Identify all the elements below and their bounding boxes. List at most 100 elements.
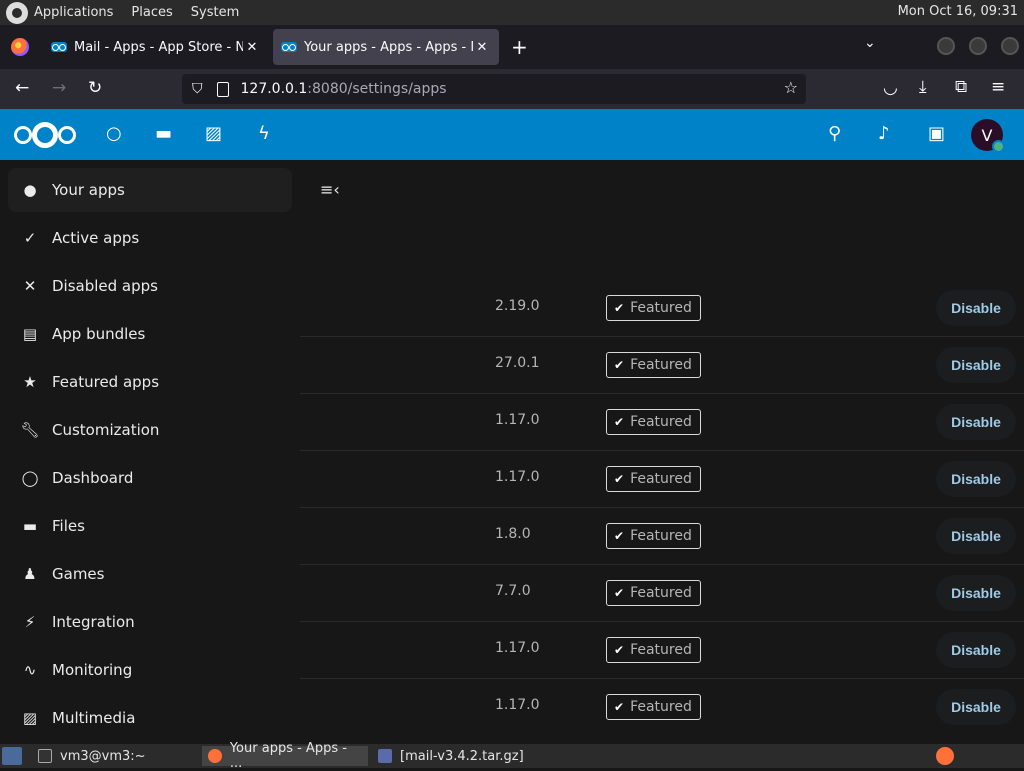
places-menu[interactable]: Places: [131, 5, 172, 20]
disable-button[interactable]: Disable: [936, 404, 1016, 440]
star-icon: ★: [23, 373, 37, 391]
table-row[interactable]: 1.17.0 ✔ Featured Disable: [300, 622, 1024, 679]
sidebar-item-multimedia[interactable]: ▨ Multimedia: [8, 696, 292, 740]
app-version: 1.17.0: [495, 697, 540, 713]
sidebar-item-app-bundles[interactable]: ▤ App bundles: [8, 312, 292, 356]
contacts-icon[interactable]: ▣: [928, 123, 945, 144]
close-icon[interactable]: ✕: [473, 40, 491, 55]
maximize-button[interactable]: [969, 37, 987, 55]
taskbar-item-archive[interactable]: [mail-v3.4.2.tar.gz]: [372, 746, 540, 766]
dashboard-icon[interactable]: ○: [106, 123, 122, 144]
firefox-icon[interactable]: [11, 38, 29, 56]
check-icon: ✓: [23, 229, 37, 247]
disable-button[interactable]: Disable: [936, 575, 1016, 611]
reload-icon[interactable]: ↻: [88, 78, 102, 98]
url-host: 127.0.0.1: [240, 81, 308, 97]
table-row[interactable]: 1.17.0 ✔ Featured Disable: [300, 679, 1024, 736]
sidebar-item-label: App bundles: [52, 325, 146, 343]
disable-button[interactable]: Disable: [936, 689, 1016, 725]
menu-icon[interactable]: ≡: [991, 77, 1005, 97]
plug-icon: ⚡︎: [24, 613, 36, 631]
sidebar-item-label: Your apps: [52, 181, 125, 199]
table-row[interactable]: 1.17.0 ✔ Featured Disable: [300, 451, 1024, 508]
forward-arrow-icon[interactable]: →: [52, 78, 66, 98]
show-desktop-icon[interactable]: [0, 746, 24, 766]
sidebar-item-label: Customization: [52, 421, 160, 439]
app-version: 2.19.0: [495, 298, 540, 314]
sidebar-item-customization[interactable]: 🔧︎ Customization: [8, 408, 292, 452]
sidebar-item-monitoring[interactable]: ∿ Monitoring: [8, 648, 292, 692]
disable-button[interactable]: Disable: [936, 461, 1016, 497]
minimize-button[interactable]: [937, 37, 955, 55]
activity-icon[interactable]: ϟ: [258, 123, 270, 144]
disable-button[interactable]: Disable: [936, 518, 1016, 554]
sidebar-item-label: Files: [52, 517, 85, 535]
sidebar-item-your-apps[interactable]: ● Your apps: [8, 168, 292, 212]
tab-mail[interactable]: Mail - Apps - App Store - Ne ✕: [43, 29, 269, 65]
sidebar-item-games[interactable]: ♟ Games: [8, 552, 292, 596]
taskbar-item-terminal[interactable]: vm3@vm3:~: [32, 746, 196, 766]
table-row[interactable]: 27.0.1 ✔ Featured Disable: [300, 337, 1024, 394]
sidebar-item-dashboard[interactable]: ◯ Dashboard: [8, 456, 292, 500]
user-icon: ●: [23, 181, 37, 199]
taskbar-item-label: vm3@vm3:~: [60, 748, 146, 764]
gnome-logo-icon[interactable]: [6, 1, 28, 24]
app-version: 1.17.0: [495, 469, 540, 485]
panel-clock[interactable]: Mon Oct 16, 09:31: [898, 4, 1018, 19]
app-version: 7.7.0: [495, 583, 531, 599]
sidebar-item-integration[interactable]: ⚡︎ Integration: [8, 600, 292, 644]
pocket-icon[interactable]: ◡: [883, 78, 898, 98]
sidebar-item-label: Dashboard: [52, 469, 134, 487]
check-icon: ✔: [614, 643, 625, 657]
check-icon: ✔: [614, 301, 625, 315]
featured-badge: ✔ Featured: [606, 295, 701, 321]
terminal-icon: [38, 749, 52, 763]
download-icon[interactable]: ⤓: [919, 77, 927, 97]
sidebar-item-label: Featured apps: [52, 373, 160, 391]
close-icon[interactable]: ✕: [243, 40, 261, 55]
firefox-tray-icon[interactable]: [934, 746, 956, 766]
tab-your-apps[interactable]: Your apps - Apps - Apps - N ✕: [273, 29, 499, 65]
table-row[interactable]: 7.7.0 ✔ Featured Disable: [300, 565, 1024, 622]
table-row[interactable]: 1.8.0 ✔ Featured Disable: [300, 508, 1024, 565]
sidebar-item-active-apps[interactable]: ✓ Active apps: [8, 216, 292, 260]
sidebar-item-label: Monitoring: [52, 661, 133, 679]
bell-icon[interactable]: ♪: [878, 123, 890, 144]
page-icon: [216, 81, 229, 97]
table-row[interactable]: 2.19.0 ✔ Featured Disable: [300, 280, 1024, 337]
sidebar-item-featured-apps[interactable]: ★ Featured apps: [8, 360, 292, 404]
joystick-icon: ♟: [23, 565, 37, 583]
close-icon: ✕: [23, 277, 37, 295]
system-menu[interactable]: System: [191, 5, 239, 20]
shield-icon[interactable]: ⛉: [192, 81, 203, 97]
folder-icon[interactable]: ▬: [155, 123, 172, 144]
disable-button[interactable]: Disable: [936, 632, 1016, 668]
nextcloud-header: ○ ▬ ▨ ϟ ⚲ ♪ ▣: [0, 109, 1024, 160]
nextcloud-logo-icon[interactable]: [14, 122, 76, 148]
url-path: :8080/settings/apps: [307, 81, 447, 97]
disable-button[interactable]: Disable: [936, 347, 1016, 383]
url-bar[interactable]: ⛉ 127.0.0.1 :8080/settings/apps ☆: [182, 74, 806, 104]
applications-menu[interactable]: Applications: [34, 5, 113, 20]
bottom-taskbar: vm3@vm3:~ Your apps - Apps - ... [mail-v…: [0, 741, 1024, 771]
table-row[interactable]: 1.17.0 ✔ Featured Disable: [300, 394, 1024, 451]
pulse-icon: ∿: [23, 661, 37, 679]
featured-badge: ✔ Featured: [606, 466, 701, 492]
chevron-down-icon[interactable]: ⌄: [864, 35, 876, 51]
sidebar-item-label: Games: [52, 565, 105, 583]
sidebar-item-files[interactable]: ▬ Files: [8, 504, 292, 548]
back-arrow-icon[interactable]: ←: [15, 78, 29, 98]
close-window-button[interactable]: [1001, 37, 1019, 55]
app-version: 1.17.0: [495, 412, 540, 428]
toggle-navigation-icon[interactable]: ≡‹: [320, 180, 340, 199]
image-icon[interactable]: ▨: [205, 123, 222, 144]
bookmark-star-icon[interactable]: ☆: [784, 78, 798, 97]
new-tab-button[interactable]: +: [511, 35, 528, 59]
sidebar-item-disabled-apps[interactable]: ✕ Disabled apps: [8, 264, 292, 308]
disable-button[interactable]: Disable: [936, 290, 1016, 326]
extensions-icon[interactable]: ⧉: [955, 77, 967, 97]
circle-icon: ◯: [21, 469, 39, 487]
featured-badge: ✔ Featured: [606, 409, 701, 435]
taskbar-item-firefox[interactable]: Your apps - Apps - ...: [202, 741, 368, 771]
search-icon[interactable]: ⚲: [828, 123, 841, 144]
